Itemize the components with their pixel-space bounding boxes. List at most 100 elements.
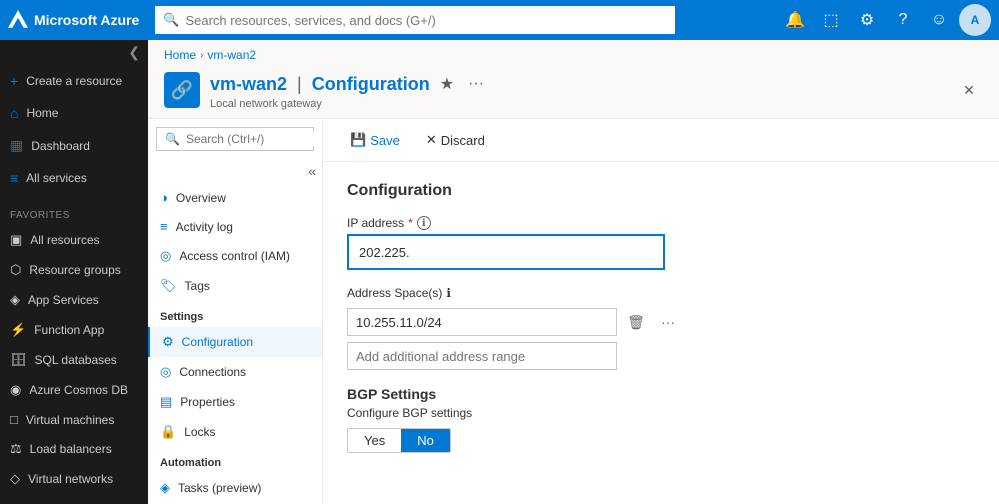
sidebar-item-all-resources[interactable]: ▣ All resources xyxy=(0,225,148,255)
address-space-label-text: Address Space(s) xyxy=(347,286,442,300)
left-nav-item-access-control[interactable]: ◎ Access control (IAM) xyxy=(148,241,322,271)
ip-address-required: * xyxy=(408,216,413,230)
overview-icon: ◑ xyxy=(160,190,168,205)
azure-logo[interactable]: Microsoft Azure xyxy=(8,10,139,30)
discard-label: Discard xyxy=(441,133,485,148)
sidebar-lb-label: Load balancers xyxy=(30,442,112,456)
left-nav-item-locks[interactable]: 🔒 Locks xyxy=(148,417,322,447)
properties-icon: ▤ xyxy=(160,394,172,410)
resource-icon: 🔗 xyxy=(164,72,200,108)
sidebar-dashboard-label: Dashboard xyxy=(31,139,90,153)
left-nav-item-properties[interactable]: ▤ Properties xyxy=(148,387,322,417)
load-balancers-icon: ⚖ xyxy=(10,441,22,457)
close-button[interactable]: ✕ xyxy=(955,76,983,104)
tasks-label: Tasks (preview) xyxy=(178,481,261,495)
cloudshell-icon[interactable]: ⬚ xyxy=(815,4,847,36)
global-search[interactable]: 🔍 xyxy=(155,6,675,34)
sidebar-collapse-button[interactable]: ❮ xyxy=(0,40,148,65)
sidebar-resource-groups-label: Resource groups xyxy=(29,263,120,277)
address-value-input[interactable] xyxy=(347,308,617,336)
left-nav-collapse-button[interactable]: « xyxy=(308,163,316,179)
collapse-icon: ❮ xyxy=(128,44,140,61)
activity-log-label: Activity log xyxy=(176,220,233,234)
left-nav-item-tasks[interactable]: ◈ Tasks (preview) xyxy=(148,473,322,503)
sidebar-home-label: Home xyxy=(26,106,58,120)
sidebar-item-sql-databases[interactable]: 🗄 SQL databases xyxy=(0,345,148,375)
sidebar: ❮ + Create a resource ⌂ Home ▦ Dashboard… xyxy=(0,40,148,504)
resource-title-area: vm-wan2 | Configuration ★ ··· Local netw… xyxy=(210,70,945,110)
sql-databases-icon: 🗄 xyxy=(10,352,27,368)
discard-button[interactable]: ✕ Discard xyxy=(415,127,496,153)
favorites-label: FAVORITES xyxy=(0,202,148,225)
sidebar-item-virtual-machines[interactable]: □ Virtual machines xyxy=(0,405,148,434)
left-nav-item-connections[interactable]: ◎ Connections xyxy=(148,357,322,387)
sidebar-item-all-services[interactable]: ≡ All services xyxy=(0,162,148,194)
breadcrumb-home[interactable]: Home xyxy=(164,48,196,62)
configuration-form: Configuration IP address * ℹ xyxy=(323,162,999,489)
inner-panel: 🔍 « ◑ Overview ≡ Activity log ◎ Access c… xyxy=(148,119,999,504)
sidebar-all-services-label: All services xyxy=(26,171,87,185)
sidebar-item-cosmos-db[interactable]: ◉ Azure Cosmos DB xyxy=(0,375,148,405)
automation-section-label: Automation xyxy=(148,447,322,473)
address-copy-button[interactable]: 🗑 xyxy=(623,309,649,335)
connections-label: Connections xyxy=(179,365,246,379)
ip-address-info-icon[interactable]: ℹ xyxy=(417,216,431,230)
breadcrumb-separator: › xyxy=(200,50,203,61)
resource-subtitle: Local network gateway xyxy=(210,98,945,110)
address-more-button[interactable]: ··· xyxy=(655,309,681,335)
left-nav-item-configuration[interactable]: ⚙ Configuration xyxy=(148,327,322,357)
dashboard-icon: ▦ xyxy=(10,137,23,154)
sidebar-item-route-tables[interactable]: ⊞ Route tables xyxy=(0,494,148,504)
left-nav-search-input[interactable] xyxy=(186,132,323,146)
tags-label: Tags xyxy=(185,279,210,293)
resource-header: 🔗 vm-wan2 | Configuration ★ ··· Local ne… xyxy=(148,66,999,119)
content-toolbar: 💾 Save ✕ Discard xyxy=(323,119,999,162)
tasks-icon: ◈ xyxy=(160,480,170,496)
properties-label: Properties xyxy=(180,395,235,409)
sidebar-item-function-app[interactable]: ⚡ Function App xyxy=(0,315,148,345)
left-nav-item-overview[interactable]: ◑ Overview xyxy=(148,183,322,212)
virtual-networks-icon: ◇ xyxy=(10,471,20,487)
sidebar-item-home[interactable]: ⌂ Home xyxy=(0,97,148,129)
address-space-info-icon[interactable]: ℹ xyxy=(446,286,451,300)
home-icon: ⌂ xyxy=(10,105,18,121)
sidebar-item-resource-groups[interactable]: ⬡ Resource groups xyxy=(0,255,148,285)
sidebar-item-dashboard[interactable]: ▦ Dashboard xyxy=(0,129,148,162)
settings-section-label: Settings xyxy=(148,301,322,327)
add-address-input[interactable] xyxy=(347,342,617,370)
left-nav-search[interactable]: 🔍 xyxy=(156,127,314,151)
breadcrumb-current[interactable]: vm-wan2 xyxy=(207,48,256,62)
help-icon[interactable]: ? xyxy=(887,4,919,36)
bgp-no-button[interactable]: No xyxy=(401,429,450,452)
sidebar-item-app-services[interactable]: ◈ App Services xyxy=(0,285,148,315)
notifications-icon[interactable]: 🔔 xyxy=(779,4,811,36)
address-row: 🗑 ··· xyxy=(347,308,975,336)
left-nav-item-tags[interactable]: 🏷 Tags xyxy=(148,271,322,301)
favorite-button[interactable]: ★ xyxy=(436,70,458,98)
locks-icon: 🔒 xyxy=(160,424,176,440)
settings-icon[interactable]: ⚙ xyxy=(851,4,883,36)
search-input[interactable] xyxy=(185,13,667,28)
function-app-icon: ⚡ xyxy=(10,322,26,338)
left-nav-item-activity-log[interactable]: ≡ Activity log xyxy=(148,212,322,241)
configuration-label: Configuration xyxy=(182,335,253,349)
title-separator: | xyxy=(297,74,302,95)
ip-address-input[interactable] xyxy=(351,238,661,266)
sidebar-create-label: Create a resource xyxy=(26,74,122,88)
app-services-icon: ◈ xyxy=(10,292,20,308)
sidebar-item-virtual-networks[interactable]: ◇ Virtual networks xyxy=(0,464,148,494)
resource-groups-icon: ⬡ xyxy=(10,262,21,278)
bgp-section-title: BGP Settings xyxy=(347,386,975,402)
sidebar-item-create[interactable]: + Create a resource xyxy=(0,65,148,97)
sidebar-item-load-balancers[interactable]: ⚖ Load balancers xyxy=(0,434,148,464)
avatar[interactable]: A xyxy=(959,4,991,36)
breadcrumb: Home › vm-wan2 xyxy=(148,40,999,66)
sidebar-cosmos-label: Azure Cosmos DB xyxy=(29,383,128,397)
activity-log-icon: ≡ xyxy=(160,219,168,234)
left-search-icon: 🔍 xyxy=(165,132,180,146)
more-options-button[interactable]: ··· xyxy=(464,71,488,97)
search-icon: 🔍 xyxy=(163,12,179,28)
bgp-yes-button[interactable]: Yes xyxy=(348,429,401,452)
save-button[interactable]: 💾 Save xyxy=(339,127,411,153)
feedback-icon[interactable]: ☺ xyxy=(923,4,955,36)
